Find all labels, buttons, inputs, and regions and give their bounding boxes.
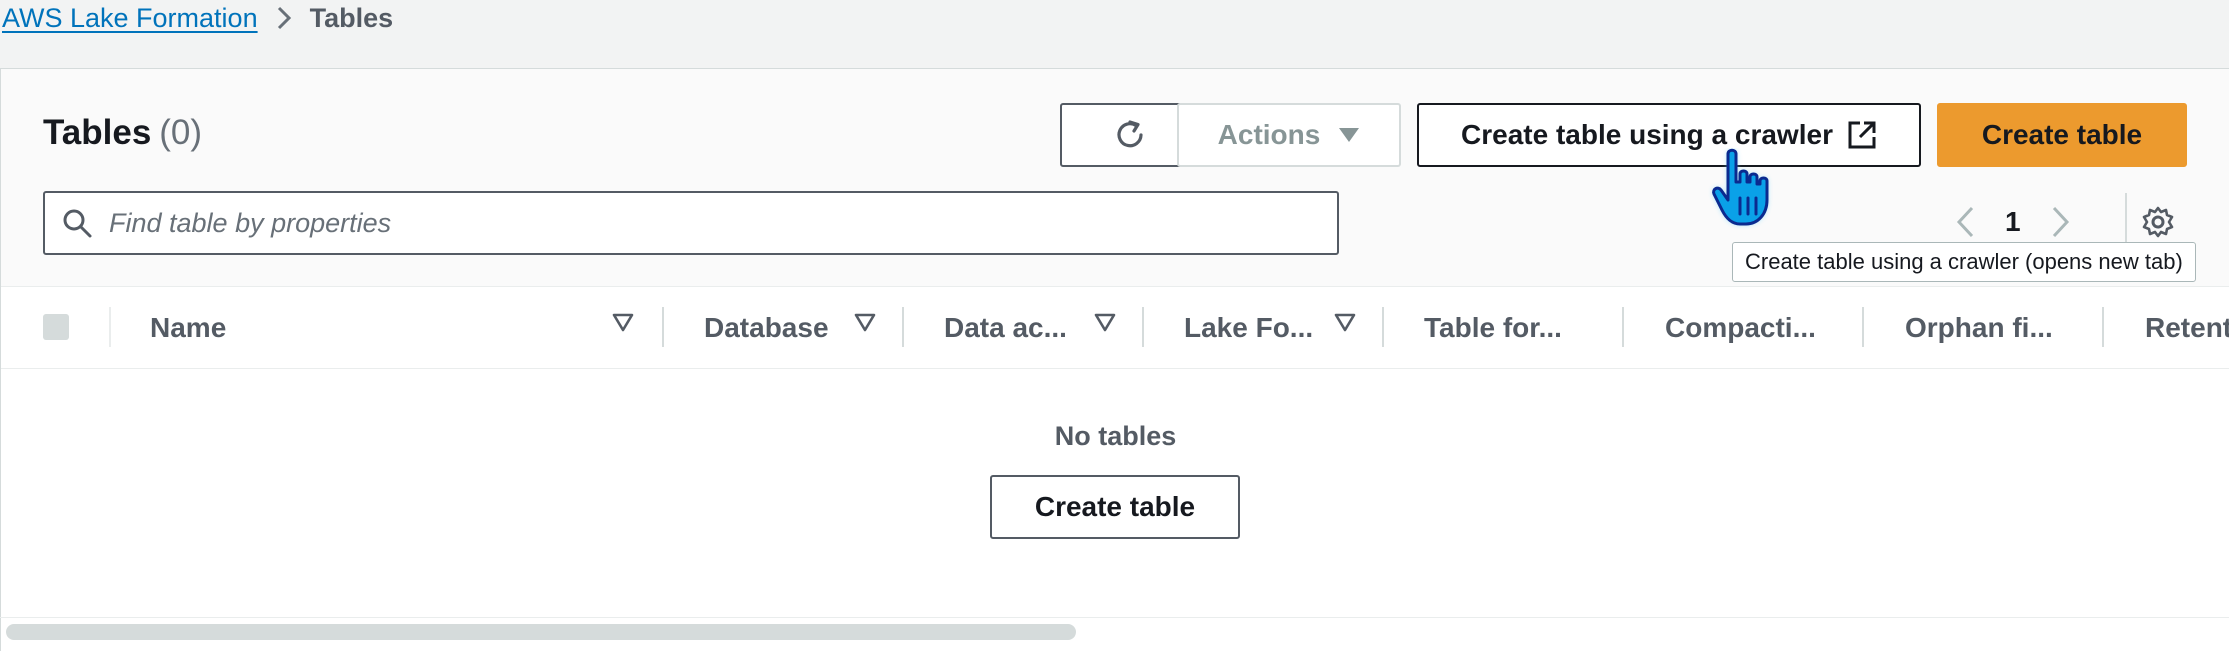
column-separator[interactable] bbox=[662, 307, 664, 347]
column-header-label: Retent bbox=[2145, 311, 2229, 343]
column-separator bbox=[109, 307, 111, 347]
column-separator[interactable] bbox=[1382, 307, 1384, 347]
column-separator[interactable] bbox=[902, 307, 904, 347]
sort-down-icon[interactable] bbox=[1334, 313, 1356, 333]
search-input[interactable] bbox=[107, 206, 1291, 240]
column-separator[interactable] bbox=[2102, 307, 2104, 347]
column-header-label: Database bbox=[704, 311, 829, 343]
column-header-orphan-files[interactable]: Orphan fi... bbox=[1905, 287, 2105, 368]
column-header-label: Table for... bbox=[1424, 311, 1562, 343]
actions-dropdown[interactable]: Actions bbox=[1177, 103, 1401, 167]
pager-divider bbox=[2125, 193, 2127, 243]
column-header-retention[interactable]: Retent bbox=[2145, 287, 2229, 368]
gear-icon[interactable] bbox=[2141, 205, 2175, 239]
tables-panel: Tables (0) Actions Create table using a c… bbox=[0, 68, 2229, 651]
column-header-database[interactable]: Database bbox=[704, 287, 904, 368]
search-field[interactable] bbox=[43, 191, 1339, 255]
column-header-label: Lake Fo... bbox=[1184, 311, 1314, 343]
column-separator[interactable] bbox=[1622, 307, 1624, 347]
empty-create-table-button[interactable]: Create table bbox=[990, 475, 1240, 539]
scrollbar-track bbox=[0, 617, 2229, 618]
page-number[interactable]: 1 bbox=[2005, 206, 2021, 238]
refresh-icon bbox=[1111, 116, 1149, 154]
column-header-label: Name bbox=[150, 311, 227, 343]
chevron-left-icon[interactable] bbox=[1955, 205, 1975, 239]
column-header-data-access[interactable]: Data ac... bbox=[944, 287, 1144, 368]
column-header-name[interactable]: Name bbox=[150, 287, 640, 368]
table-count: (0) bbox=[159, 113, 203, 152]
breadcrumb: AWS Lake Formation Tables bbox=[0, 0, 393, 36]
page-title: Tables (0) bbox=[43, 113, 202, 153]
create-table-crawler-label: Create table using a crawler bbox=[1461, 119, 1833, 150]
chevron-right-icon[interactable] bbox=[2051, 205, 2071, 239]
column-header-label: Orphan fi... bbox=[1905, 311, 2053, 343]
page-title-text: Tables bbox=[43, 113, 152, 152]
column-header-label: Data ac... bbox=[944, 311, 1067, 343]
empty-state-title: No tables bbox=[1054, 421, 1177, 451]
tooltip: Create table using a crawler (opens new … bbox=[1732, 242, 2196, 282]
column-header-compaction[interactable]: Compacti... bbox=[1665, 287, 1865, 368]
column-separator[interactable] bbox=[1862, 307, 1864, 347]
column-header-lake-formation[interactable]: Lake Fo... bbox=[1184, 287, 1384, 368]
create-table-crawler-button[interactable]: Create table using a crawler bbox=[1417, 103, 1921, 167]
column-header-table-format[interactable]: Table for... bbox=[1424, 287, 1624, 368]
sort-down-icon[interactable] bbox=[854, 313, 876, 333]
sort-down-icon[interactable] bbox=[1094, 313, 1116, 333]
column-separator[interactable] bbox=[1142, 307, 1144, 347]
breadcrumb-link-lake-formation[interactable]: AWS Lake Formation bbox=[0, 3, 258, 34]
sort-down-icon[interactable] bbox=[612, 313, 634, 333]
column-header-label: Compacti... bbox=[1665, 311, 1816, 343]
pagination: 1 bbox=[1955, 205, 2071, 239]
create-table-button[interactable]: Create table bbox=[1937, 103, 2187, 167]
chevron-right-icon bbox=[276, 5, 292, 31]
search-icon bbox=[61, 207, 93, 239]
horizontal-scrollbar[interactable] bbox=[6, 624, 1076, 640]
hand-cursor-icon bbox=[1706, 148, 1782, 235]
table-header: Name Database Data ac... Lake Fo... Tabl… bbox=[1, 287, 2229, 369]
breadcrumb-current: Tables bbox=[309, 2, 394, 33]
select-all-checkbox[interactable] bbox=[43, 314, 69, 340]
caret-down-icon bbox=[1338, 127, 1360, 143]
actions-label: Actions bbox=[1217, 119, 1321, 150]
external-link-icon bbox=[1847, 120, 1877, 150]
